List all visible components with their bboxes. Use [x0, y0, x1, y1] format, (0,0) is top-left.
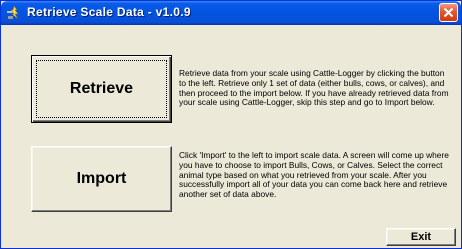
- window-title: Retrieve Scale Data - v1.0.9: [27, 5, 191, 19]
- import-button-label: Import: [76, 170, 127, 187]
- scale-app-icon: [6, 5, 22, 21]
- import-description: Click 'Import' to the left to import sca…: [179, 150, 449, 200]
- client-area: Retrieve Retrieve data from your scale u…: [1, 25, 461, 248]
- import-button[interactable]: Import: [31, 146, 172, 212]
- close-icon: [443, 7, 454, 18]
- retrieve-description: Retrieve data from your scale using Catt…: [179, 68, 449, 108]
- retrieve-button-label: Retrieve: [69, 80, 134, 97]
- close-button[interactable]: [439, 3, 458, 22]
- exit-button-label: Exit: [410, 231, 432, 243]
- retrieve-button[interactable]: Retrieve: [31, 55, 172, 123]
- title-bar[interactable]: Retrieve Scale Data - v1.0.9: [1, 1, 461, 25]
- exit-button[interactable]: Exit: [386, 228, 456, 246]
- app-window: Retrieve Scale Data - v1.0.9 Retrieve Re…: [0, 0, 462, 249]
